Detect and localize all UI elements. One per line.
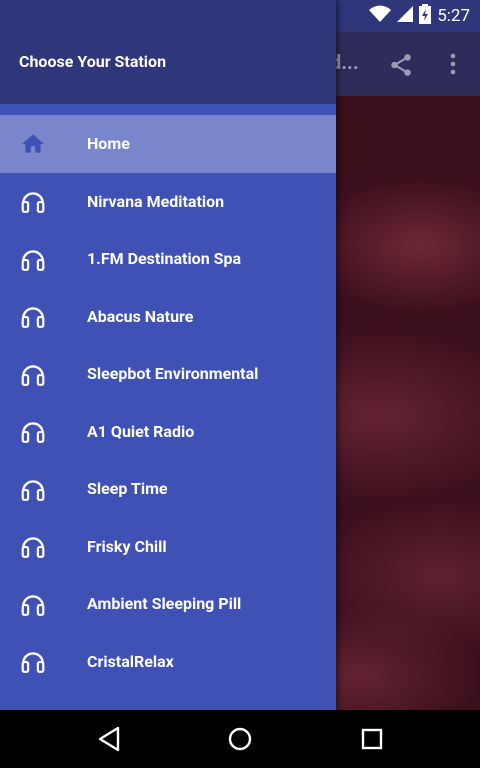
headphones-icon xyxy=(20,591,46,617)
headphones-icon xyxy=(20,188,46,214)
station-list: Home Nirvana Meditation 1.FM Destination… xyxy=(0,115,336,690)
drawer-header: Choose Your Station xyxy=(0,0,336,104)
signal-icon xyxy=(397,5,414,28)
menu-item-label: Sleep Time xyxy=(87,479,168,499)
menu-item-label: Home xyxy=(87,134,130,154)
share-icon[interactable] xyxy=(388,52,414,82)
menu-item-station[interactable]: Frisky Chill xyxy=(0,518,336,576)
menu-item-station[interactable]: Sleep Time xyxy=(0,460,336,518)
home-icon xyxy=(20,131,46,157)
menu-item-station[interactable]: Sleepbot Environmental xyxy=(0,345,336,403)
menu-item-station[interactable]: CristalRelax xyxy=(0,633,336,691)
battery-icon xyxy=(419,3,432,29)
menu-item-label: Nirvana Meditation xyxy=(87,191,225,211)
headphones-icon xyxy=(20,648,46,674)
system-nav-bar xyxy=(0,710,480,768)
more-options-icon[interactable] xyxy=(446,52,460,80)
headphones-icon xyxy=(20,246,46,272)
menu-item-station[interactable]: A1 Quiet Radio xyxy=(0,403,336,461)
menu-item-label: 1.FM Destination Spa xyxy=(87,249,242,269)
menu-item-station[interactable]: Abacus Nature xyxy=(0,288,336,346)
wifi-icon xyxy=(369,5,392,28)
menu-item-station[interactable]: Ambient Sleeping Pill xyxy=(0,575,336,633)
headphones-icon xyxy=(20,303,46,329)
headphones-icon xyxy=(20,533,46,559)
menu-item-label: Abacus Nature xyxy=(87,306,194,326)
home-button-icon[interactable] xyxy=(226,725,254,757)
headphones-icon xyxy=(20,361,46,387)
drawer-title: Choose Your Station xyxy=(19,52,167,71)
menu-item-label: Sleepbot Environmental xyxy=(87,364,259,384)
menu-item-label: Ambient Sleeping Pill xyxy=(87,594,242,614)
menu-item-station[interactable]: Nirvana Meditation xyxy=(0,173,336,231)
menu-item-home[interactable]: Home xyxy=(0,115,336,173)
headphones-icon xyxy=(20,476,46,502)
menu-item-label: CristalRelax xyxy=(87,651,174,671)
back-icon[interactable] xyxy=(96,725,122,757)
menu-item-station[interactable]: 1.FM Destination Spa xyxy=(0,230,336,288)
navigation-drawer: Choose Your Station Home Nirvana Meditat… xyxy=(0,0,336,710)
recents-icon[interactable] xyxy=(359,725,385,757)
clock: 5:27 xyxy=(437,6,470,26)
menu-item-label: Frisky Chill xyxy=(87,536,167,556)
menu-item-label: A1 Quiet Radio xyxy=(87,421,195,441)
headphones-icon xyxy=(20,418,46,444)
